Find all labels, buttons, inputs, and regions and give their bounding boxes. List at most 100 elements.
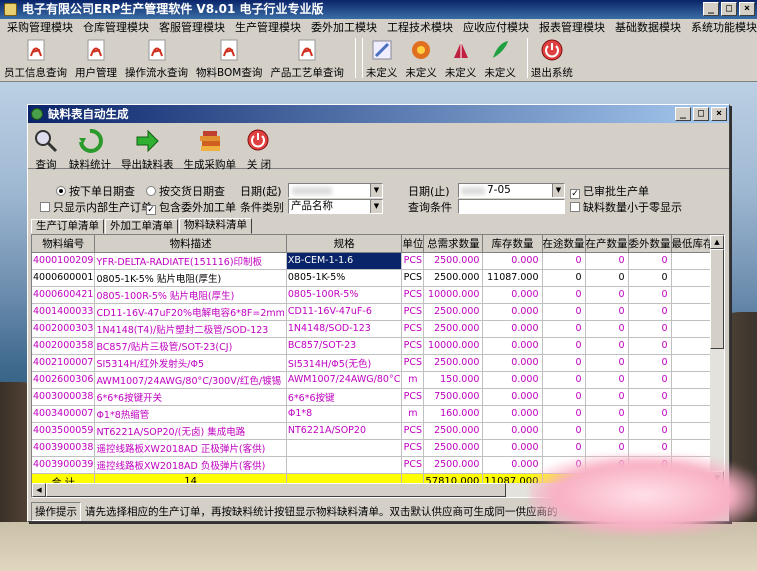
- table-cell[interactable]: 0: [542, 337, 586, 355]
- approved-checkbox[interactable]: ✓ 已审批生产单: [570, 185, 649, 199]
- column-header[interactable]: 库存数量: [482, 235, 543, 253]
- table-cell[interactable]: 0: [585, 303, 629, 321]
- dropdown-arrow-icon[interactable]: ▼: [552, 184, 564, 197]
- table-cell[interactable]: SI5314H/Φ5(无色): [286, 354, 403, 372]
- table-row[interactable]: 4002600306 AWM1007/24AWG/80°C/300V/红色/镀锡 A…: [32, 371, 726, 389]
- table-cell[interactable]: [286, 439, 403, 457]
- table-cell[interactable]: 0: [585, 354, 629, 372]
- table-cell[interactable]: 0: [628, 286, 672, 304]
- maximize-button[interactable]: □: [721, 2, 737, 16]
- table-cell[interactable]: 0: [542, 286, 586, 304]
- table-cell[interactable]: AWM1007/24AWG/80°C: [286, 371, 403, 389]
- scroll-left-icon[interactable]: ◀: [32, 483, 46, 497]
- table-cell[interactable]: 0: [585, 439, 629, 457]
- table-cell[interactable]: NT6221A/SOP20: [286, 422, 403, 440]
- table-cell[interactable]: 1N4148(T4)/贴片塑封二极管/SOD-123: [94, 320, 287, 338]
- tab-production-orders[interactable]: 生产订单清单: [31, 219, 104, 234]
- column-header[interactable]: 委外数量: [628, 235, 672, 253]
- table-cell[interactable]: 7500.000: [423, 388, 484, 406]
- menu-item-4[interactable]: 委外加工模块: [306, 19, 382, 36]
- table-cell[interactable]: 0805-100R-5% 贴片电阻(厚生): [94, 286, 287, 304]
- table-cell[interactable]: 0: [542, 354, 586, 372]
- table-cell[interactable]: CD11-16V-47uF-6: [286, 303, 403, 321]
- table-row[interactable]: 4003000038 6*6*6按键开关 6*6*6按键 PCS 7500.000 0.0…: [32, 388, 726, 406]
- column-header[interactable]: 物料编号: [32, 235, 96, 253]
- table-cell[interactable]: 0805-1K-5% 贴片电阻(厚生): [94, 269, 287, 287]
- table-cell[interactable]: 0.000: [482, 371, 543, 389]
- table-cell[interactable]: 4002000303: [32, 320, 96, 338]
- table-cell[interactable]: 0: [542, 303, 586, 321]
- table-row[interactable]: 4002000358 BC857/贴片三极管/SOT-23(CJ) BC857/SO…: [32, 337, 726, 355]
- condition-type-select[interactable]: 产品名称 ▼: [288, 199, 383, 214]
- menu-item-2[interactable]: 客服管理模块: [154, 19, 230, 36]
- condition-input[interactable]: [458, 199, 565, 214]
- table-cell[interactable]: AWM1007/24AWG/80°C/300V/红色/镀锡: [94, 371, 287, 389]
- table-cell[interactable]: 4003000038: [32, 388, 96, 406]
- toolbar-button-4[interactable]: 产品工艺单查询: [270, 36, 344, 80]
- table-cell[interactable]: PCS: [401, 252, 425, 270]
- table-cell[interactable]: 4001400033: [32, 303, 96, 321]
- close-button[interactable]: ×: [739, 2, 755, 16]
- table-cell[interactable]: BC857/SOT-23: [286, 337, 403, 355]
- table-cell[interactable]: 0: [585, 422, 629, 440]
- table-cell[interactable]: 2500.000: [423, 439, 484, 457]
- table-cell[interactable]: -10000.000: [725, 337, 726, 354]
- table-cell[interactable]: 4000600001: [32, 269, 96, 287]
- dropdown-arrow-icon[interactable]: ▼: [370, 200, 382, 213]
- table-cell[interactable]: 6*6*6按键: [286, 388, 403, 406]
- table-cell[interactable]: 0: [628, 371, 672, 389]
- table-row[interactable]: 4003500059 NT6221A/SOP20/(无卤) 集成电路 NT6221A…: [32, 422, 726, 440]
- table-cell[interactable]: 0: [628, 269, 672, 287]
- date-start-input[interactable]: ▼: [288, 183, 383, 198]
- table-cell[interactable]: 2500.000: [423, 252, 484, 270]
- table-cell[interactable]: PCS: [401, 354, 425, 372]
- table-cell[interactable]: 10000.000: [423, 286, 484, 304]
- menu-item-3[interactable]: 生产管理模块: [230, 19, 306, 36]
- table-cell[interactable]: 0805-100R-5%: [286, 286, 403, 304]
- column-header[interactable]: 缺料数量: [725, 235, 726, 252]
- table-row[interactable]: 4002100007 SI5314H/红外发射头/Φ5 SI5314H/Φ5(无色)…: [32, 354, 726, 372]
- table-cell[interactable]: 遥控线路板XW2018AD 负极弹片(客供): [94, 456, 287, 474]
- table-cell[interactable]: 0: [542, 269, 586, 287]
- menu-item-8[interactable]: 基础数据模块: [610, 19, 686, 36]
- table-cell[interactable]: SI5314H/红外发射头/Φ5: [94, 354, 287, 372]
- table-cell[interactable]: 0.000: [482, 354, 543, 372]
- table-cell[interactable]: 0: [542, 371, 586, 389]
- table-cell[interactable]: PCS: [401, 320, 425, 338]
- table-cell[interactable]: 0.000: [725, 269, 726, 286]
- vertical-scrollbar[interactable]: ▲ ▼: [710, 235, 724, 485]
- table-cell[interactable]: 0.000: [482, 439, 543, 457]
- window-toolbar-button-2[interactable]: 导出缺料表: [121, 126, 174, 171]
- toolbar-button-5[interactable]: 未定义: [366, 36, 397, 80]
- table-cell[interactable]: PCS: [401, 439, 425, 457]
- toolbar-button-9[interactable]: 退出系统: [531, 36, 573, 80]
- table-cell[interactable]: PCS: [401, 456, 425, 474]
- table-cell[interactable]: -7500.000: [725, 388, 726, 405]
- table-row[interactable]: 4003900038 遥控线路板XW2018AD 正极弹片(客供) PCS 2500.…: [32, 439, 724, 457]
- table-cell[interactable]: 0.000: [482, 252, 543, 270]
- table-cell[interactable]: PCS: [401, 303, 425, 321]
- table-cell[interactable]: 0: [542, 388, 586, 406]
- table-cell[interactable]: 0: [585, 388, 629, 406]
- table-cell[interactable]: -150.000: [725, 371, 726, 388]
- table-cell[interactable]: 2500.000: [423, 354, 484, 372]
- table-cell[interactable]: 0: [585, 269, 629, 287]
- table-cell[interactable]: 4003900039: [32, 456, 96, 474]
- table-cell[interactable]: -2500.000: [725, 252, 726, 269]
- table-cell[interactable]: m: [401, 405, 425, 423]
- table-cell[interactable]: -2500.000: [725, 354, 726, 371]
- table-row[interactable]: 4000600001 0805-1K-5% 贴片电阻(厚生) 0805-1K-5% P…: [32, 269, 726, 287]
- table-cell[interactable]: 4002000358: [32, 337, 96, 355]
- table-cell[interactable]: PCS: [401, 286, 425, 304]
- table-cell[interactable]: -2500.000: [725, 422, 726, 439]
- include-outsource-checkbox[interactable]: ✓ 包含委外加工单: [146, 201, 236, 215]
- scroll-thumb[interactable]: [710, 249, 724, 349]
- table-cell[interactable]: 0.000: [482, 286, 543, 304]
- column-header[interactable]: 规格: [286, 235, 403, 253]
- window-toolbar-button-4[interactable]: 关 闭: [246, 126, 272, 171]
- table-cell[interactable]: 0: [585, 405, 629, 423]
- table-cell[interactable]: 2500.000: [423, 303, 484, 321]
- table-cell[interactable]: 4000100209: [32, 252, 96, 270]
- table-cell[interactable]: [286, 456, 403, 474]
- table-cell[interactable]: 2500.000: [423, 269, 484, 287]
